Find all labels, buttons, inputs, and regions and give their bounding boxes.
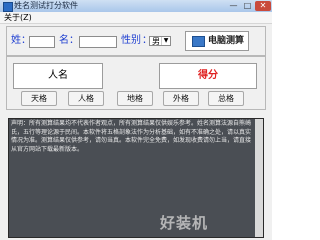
vertical-scrollbar[interactable]	[255, 119, 263, 237]
dige-button[interactable]: 地格	[117, 91, 153, 106]
minimize-button[interactable]: —	[227, 1, 240, 11]
surname-label: 姓	[11, 35, 21, 46]
app-icon	[3, 2, 13, 12]
computer-icon	[192, 36, 205, 47]
given-name-label: 名	[59, 35, 69, 46]
app-window: 姓名测试打分软件 — □ ✕ 关于(Z) 姓 ： 名 ： 性别 ： 男 ▼ 电脑…	[0, 0, 272, 240]
surname-field[interactable]	[29, 36, 55, 48]
gender-select[interactable]: 男 ▼	[149, 36, 171, 46]
colon-2: ：	[69, 35, 79, 46]
calculate-button-label: 电脑测算	[208, 36, 245, 46]
chevron-down-icon: ▼	[161, 37, 170, 45]
renge-button[interactable]: 人格	[68, 91, 104, 106]
title-bar[interactable]: 姓名测试打分软件 — □ ✕	[0, 0, 272, 12]
menu-about[interactable]: 关于(Z)	[4, 12, 32, 23]
name-display: 人名	[13, 63, 103, 89]
close-button[interactable]: ✕	[255, 1, 271, 11]
calculate-button[interactable]: 电脑测算	[185, 31, 249, 51]
score-display: 得分	[159, 63, 257, 89]
score-display-label: 得分	[198, 70, 218, 81]
tiange-button[interactable]: 天格	[21, 91, 57, 106]
window-title: 姓名测试打分软件	[14, 1, 78, 10]
waige-button[interactable]: 外格	[163, 91, 199, 106]
zongge-button[interactable]: 总格	[208, 91, 244, 106]
gender-label: 性别	[121, 35, 141, 46]
gender-value: 男	[152, 37, 160, 46]
menu-bar: 关于(Z)	[0, 12, 272, 24]
input-group: 姓 ： 名 ： 性别 ： 男 ▼ 电脑测算	[6, 26, 266, 56]
description-textarea[interactable]: 声明：所有测算结果均不代表作者观点，所有测算结果仅供娱乐参考。姓名测算法源自熊崎…	[8, 118, 264, 238]
description-text: 声明：所有测算结果均不代表作者观点，所有测算结果仅供娱乐参考。姓名测算法源自熊崎…	[11, 120, 252, 153]
given-name-field[interactable]	[79, 36, 117, 48]
maximize-button[interactable]: □	[241, 1, 254, 11]
name-display-label: 人名	[48, 70, 68, 81]
watermark-text: 好装机	[160, 214, 209, 232]
